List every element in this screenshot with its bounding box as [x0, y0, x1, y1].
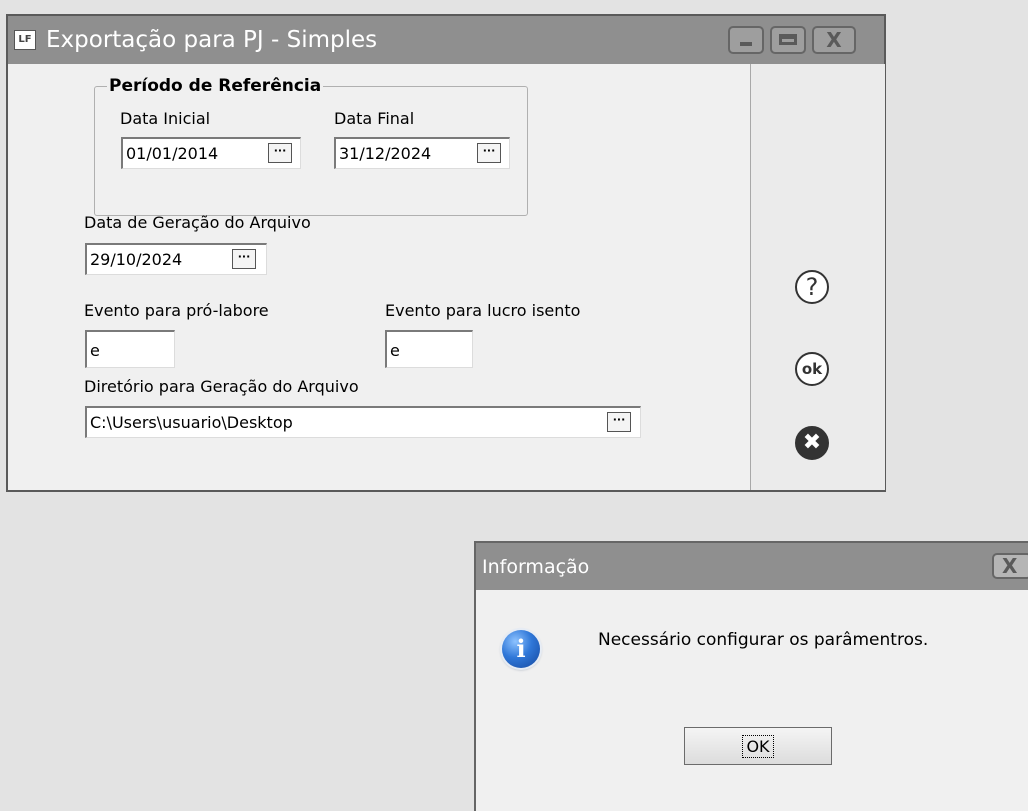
- data-geracao-value: 29/10/2024: [90, 250, 183, 269]
- evento-pro-labore-value: e: [90, 341, 100, 360]
- diretorio-field[interactable]: C:\Users\usuario\Desktop ···: [85, 406, 641, 438]
- minimize-icon: [740, 42, 752, 46]
- data-final-value: 31/12/2024: [339, 144, 432, 163]
- information-icon: i: [502, 630, 540, 668]
- data-geracao-label: Data de Geração do Arquivo: [84, 213, 311, 232]
- data-geracao-picker-button[interactable]: ···: [232, 249, 256, 269]
- evento-lucro-isento-input[interactable]: e: [385, 330, 473, 368]
- diretorio-value: C:\Users\usuario\Desktop: [90, 413, 293, 432]
- data-final-field[interactable]: 31/12/2024 ···: [334, 137, 510, 169]
- evento-pro-labore-input[interactable]: e: [85, 330, 175, 368]
- dialog-title: Informação: [482, 556, 590, 578]
- window-titlebar[interactable]: LF Exportação para PJ - Simples X: [8, 16, 884, 64]
- evento-lucro-isento-value: e: [390, 341, 400, 360]
- cancel-icon[interactable]: ✖: [795, 426, 829, 460]
- maximize-button[interactable]: [770, 26, 806, 54]
- data-inicial-label: Data Inicial: [120, 109, 211, 128]
- data-geracao-field[interactable]: 29/10/2024 ···: [85, 243, 267, 275]
- dialog-ok-button[interactable]: OK: [684, 727, 832, 765]
- app-icon: LF: [14, 30, 36, 50]
- close-button[interactable]: X: [812, 26, 856, 54]
- data-inicial-value: 01/01/2014: [126, 144, 219, 163]
- window-title: Exportação para PJ - Simples: [46, 27, 378, 53]
- evento-lucro-isento-label: Evento para lucro isento: [385, 301, 581, 320]
- maximize-icon: [779, 34, 797, 45]
- close-icon: X: [826, 28, 842, 52]
- diretorio-label: Diretório para Geração do Arquivo: [84, 377, 359, 396]
- ok-icon[interactable]: ok: [795, 352, 829, 386]
- dialog-titlebar[interactable]: Informação X: [476, 543, 1028, 590]
- data-final-picker-button[interactable]: ···: [477, 143, 501, 163]
- group-legend: Período de Referência: [107, 75, 324, 97]
- dialog-close-button[interactable]: X: [992, 553, 1028, 579]
- data-inicial-field[interactable]: 01/01/2014 ···: [121, 137, 301, 169]
- action-sidebar: ? ok ✖: [750, 64, 885, 490]
- evento-pro-labore-label: Evento para pró-labore: [84, 301, 269, 320]
- help-icon[interactable]: ?: [795, 270, 829, 304]
- information-dialog: Informação X i Necessário configurar os …: [474, 541, 1028, 811]
- periodo-referencia-group: Período de Referência Data Inicial 01/01…: [94, 75, 528, 216]
- minimize-button[interactable]: [728, 26, 764, 54]
- dialog-message: Necessário configurar os parâmentros.: [598, 630, 929, 650]
- dialog-ok-label: OK: [742, 735, 774, 758]
- data-inicial-picker-button[interactable]: ···: [268, 143, 292, 163]
- export-window: LF Exportação para PJ - Simples X Períod…: [6, 14, 886, 492]
- diretorio-browse-button[interactable]: ···: [607, 412, 631, 432]
- data-final-label: Data Final: [334, 109, 415, 128]
